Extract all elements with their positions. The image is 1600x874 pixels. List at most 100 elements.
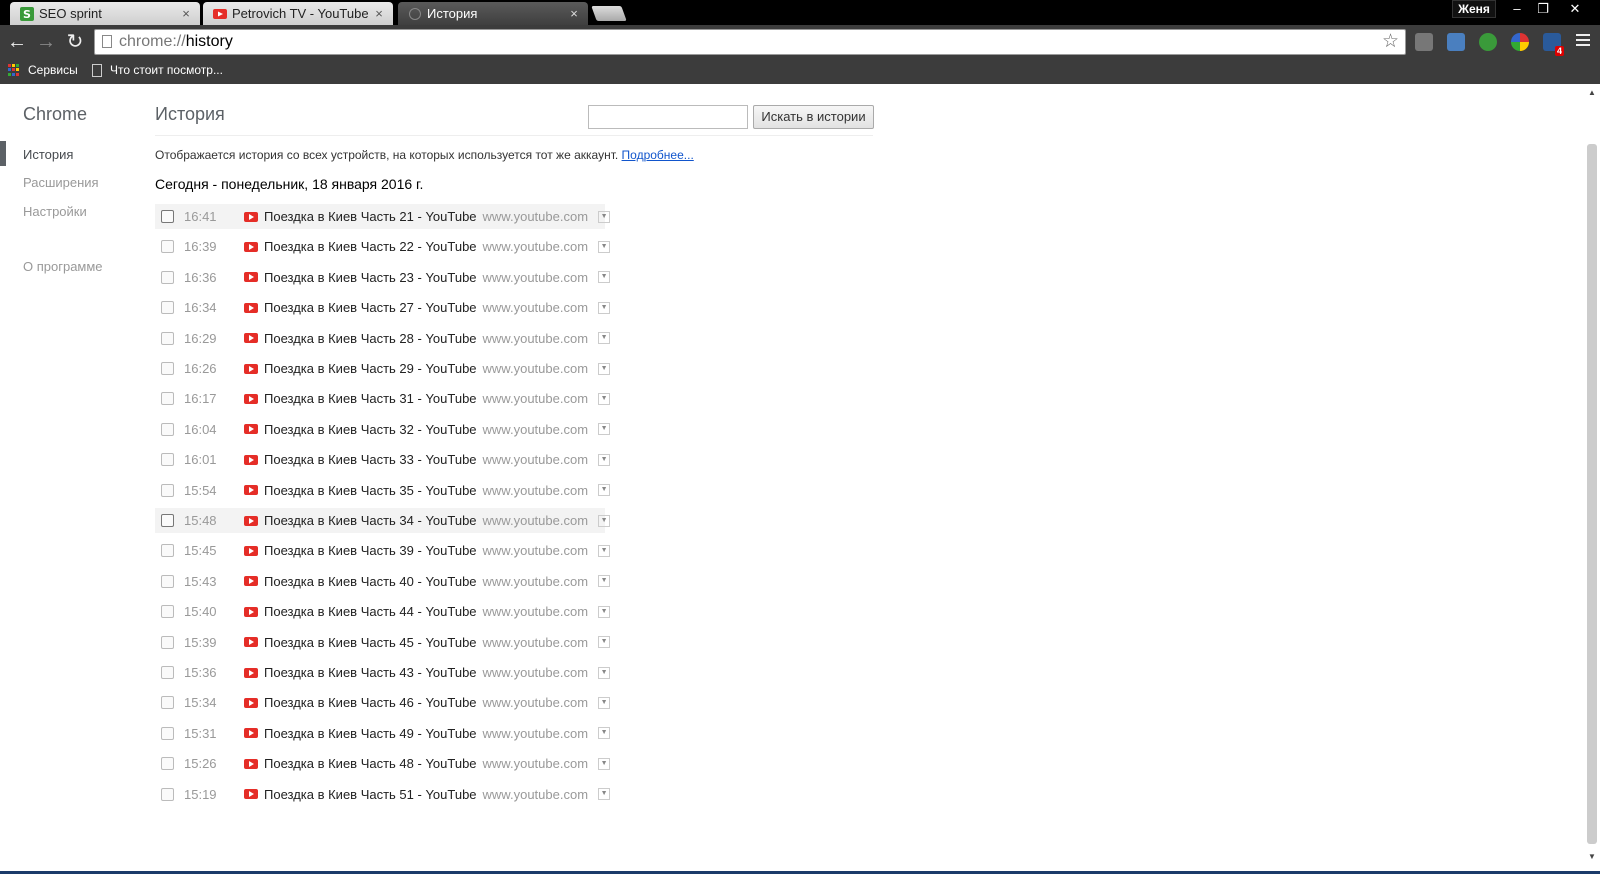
entry-domain[interactable]: www.youtube.com <box>483 391 589 406</box>
entry-menu-dropdown-icon[interactable]: ▼ <box>598 544 611 557</box>
close-window-button[interactable]: ✕ <box>1560 0 1590 18</box>
tab-close-icon[interactable]: × <box>371 6 387 21</box>
entry-menu-dropdown-icon[interactable]: ▼ <box>598 423 611 436</box>
entry-checkbox[interactable] <box>161 362 174 375</box>
entry-checkbox[interactable] <box>161 696 174 710</box>
entry-checkbox[interactable] <box>161 270 174 284</box>
entry-checkbox[interactable] <box>161 210 174 223</box>
entry-domain[interactable]: www.youtube.com <box>483 452 589 467</box>
entry-menu-dropdown-icon[interactable]: ▼ <box>598 757 611 770</box>
entry-checkbox[interactable] <box>161 666 174 679</box>
tab-petrovich-youtube[interactable]: Petrovich TV - YouTube × <box>203 2 393 25</box>
sidebar-item-extensions[interactable]: Расширения <box>23 175 99 190</box>
entry-checkbox[interactable] <box>161 605 174 619</box>
tab-close-icon[interactable]: × <box>566 6 582 21</box>
entry-checkbox[interactable] <box>161 635 174 649</box>
bookmark-what-to-watch[interactable]: Что стоит посмотр... <box>92 63 223 77</box>
entry-title-link[interactable]: Поездка в Киев Часть 48 - YouTube <box>264 756 477 771</box>
entry-menu-dropdown-icon[interactable]: ▼ <box>598 727 611 740</box>
entry-menu-dropdown-icon[interactable]: ▼ <box>598 392 611 405</box>
history-entry-row[interactable]: 16:39 Поездка в Киев Часть 22 - YouTube ww… <box>155 234 611 259</box>
entry-menu-dropdown-icon[interactable]: ▼ <box>598 696 611 709</box>
history-entry-row[interactable]: 16:34 Поездка в Киев Часть 27 - YouTube ww… <box>155 295 611 320</box>
entry-domain[interactable]: www.youtube.com <box>483 361 589 376</box>
entry-checkbox[interactable] <box>161 422 174 436</box>
entry-title-link[interactable]: Поездка в Киев Часть 45 - YouTube <box>264 635 477 650</box>
entry-menu-dropdown-icon[interactable]: ▼ <box>598 788 611 801</box>
entry-checkbox[interactable] <box>161 240 174 254</box>
history-entry-row[interactable]: 16:36 Поездка в Киев Часть 23 - YouTube ww… <box>155 265 611 290</box>
entry-menu-dropdown-icon[interactable]: ▼ <box>598 332 611 345</box>
entry-checkbox[interactable] <box>161 574 174 588</box>
entry-title-link[interactable]: Поездка в Киев Часть 33 - YouTube <box>264 452 477 467</box>
search-history-button[interactable]: Искать в истории <box>753 105 874 129</box>
new-tab-button[interactable] <box>591 6 627 21</box>
tab-close-icon[interactable]: × <box>178 6 194 21</box>
entry-checkbox[interactable] <box>161 392 174 406</box>
entry-title-link[interactable]: Поездка в Киев Часть 51 - YouTube <box>264 787 477 802</box>
history-search-input[interactable] <box>588 105 748 129</box>
entry-title-link[interactable]: Поездка в Киев Часть 21 - YouTube <box>264 209 477 224</box>
entry-domain[interactable]: www.youtube.com <box>483 665 589 680</box>
entry-title-link[interactable]: Поездка в Киев Часть 27 - YouTube <box>264 300 477 315</box>
entry-menu-dropdown-icon[interactable]: ▼ <box>598 666 611 679</box>
reload-button[interactable]: ↻ <box>63 30 87 54</box>
entry-domain[interactable]: www.youtube.com <box>483 239 589 254</box>
entry-menu-dropdown-icon[interactable]: ▼ <box>598 210 611 223</box>
history-entry-row[interactable]: 15:26 Поездка в Киев Часть 48 - YouTube ww… <box>155 751 611 776</box>
forward-button[interactable]: → <box>34 30 58 54</box>
screen-extension-icon[interactable] <box>1447 33 1465 51</box>
chrome-menu-icon[interactable] <box>1576 34 1590 49</box>
sidebar-item-settings[interactable]: Настройки <box>23 204 87 219</box>
entry-menu-dropdown-icon[interactable]: ▼ <box>598 514 611 527</box>
entry-menu-dropdown-icon[interactable]: ▼ <box>598 301 611 314</box>
sidebar-item-history[interactable]: История <box>23 147 73 162</box>
entry-menu-dropdown-icon[interactable]: ▼ <box>598 240 611 253</box>
entry-checkbox[interactable] <box>161 787 174 801</box>
entry-domain[interactable]: www.youtube.com <box>483 483 589 498</box>
history-entry-row[interactable]: 15:19 Поездка в Киев Часть 51 - YouTube ww… <box>155 782 611 807</box>
history-entry-row[interactable]: 15:40 Поездка в Киев Часть 44 - YouTube ww… <box>155 599 611 624</box>
entry-title-link[interactable]: Поездка в Киев Часть 29 - YouTube <box>264 361 477 376</box>
history-entry-row[interactable]: 15:36 Поездка в Киев Часть 43 - YouTube ww… <box>155 660 611 685</box>
entry-domain[interactable]: www.youtube.com <box>483 695 589 710</box>
history-entry-row[interactable]: 16:01 Поездка в Киев Часть 33 - YouTube ww… <box>155 447 611 472</box>
history-entry-row[interactable]: 16:17 Поездка в Киев Часть 31 - YouTube ww… <box>155 386 611 411</box>
entry-domain[interactable]: www.youtube.com <box>483 300 589 315</box>
back-button[interactable]: ← <box>5 30 29 54</box>
entry-title-link[interactable]: Поездка в Киев Часть 22 - YouTube <box>264 239 477 254</box>
restore-button[interactable]: ❐ <box>1530 0 1556 18</box>
entry-domain[interactable]: www.youtube.com <box>483 209 589 224</box>
entry-menu-dropdown-icon[interactable]: ▼ <box>598 271 611 284</box>
entry-checkbox[interactable] <box>161 544 174 558</box>
entry-title-link[interactable]: Поездка в Киев Часть 34 - YouTube <box>264 513 477 528</box>
entry-title-link[interactable]: Поездка в Киев Часть 31 - YouTube <box>264 391 477 406</box>
entry-title-link[interactable]: Поездка в Киев Часть 46 - YouTube <box>264 695 477 710</box>
globe-extension-icon[interactable] <box>1479 33 1497 51</box>
entry-title-link[interactable]: Поездка в Киев Часть 39 - YouTube <box>264 543 477 558</box>
scrollbar-thumb[interactable] <box>1587 144 1597 844</box>
entry-domain[interactable]: www.youtube.com <box>483 331 589 346</box>
history-entry-row[interactable]: 15:39 Поездка в Киев Часть 45 - YouTube ww… <box>155 630 611 655</box>
entry-title-link[interactable]: Поездка в Киев Часть 28 - YouTube <box>264 331 477 346</box>
entry-domain[interactable]: www.youtube.com <box>483 513 589 528</box>
history-entry-row[interactable]: 15:45 Поездка в Киев Часть 39 - YouTube ww… <box>155 538 611 563</box>
scroll-up-arrow-icon[interactable]: ▲ <box>1588 88 1596 97</box>
history-entry-row[interactable]: 15:43 Поездка в Киев Часть 40 - YouTube ww… <box>155 569 611 594</box>
entry-domain[interactable]: www.youtube.com <box>483 604 589 619</box>
history-entry-row[interactable]: 16:04 Поездка в Киев Часть 32 - YouTube ww… <box>155 417 611 442</box>
entry-title-link[interactable]: Поездка в Киев Часть 43 - YouTube <box>264 665 477 680</box>
entry-title-link[interactable]: Поездка в Киев Часть 49 - YouTube <box>264 726 477 741</box>
entry-checkbox[interactable] <box>161 331 174 345</box>
entry-menu-dropdown-icon[interactable]: ▼ <box>598 484 611 497</box>
color-extension-icon[interactable] <box>1511 33 1529 51</box>
vertical-scrollbar[interactable]: ▲ ▼ <box>1584 84 1600 874</box>
entry-domain[interactable]: www.youtube.com <box>483 270 589 285</box>
entry-domain[interactable]: www.youtube.com <box>483 726 589 741</box>
entry-checkbox[interactable] <box>161 726 174 740</box>
tab-history[interactable]: История × <box>398 2 588 25</box>
sidebar-item-about[interactable]: О программе <box>23 259 103 274</box>
entry-domain[interactable]: www.youtube.com <box>483 635 589 650</box>
reader-extension-icon[interactable] <box>1415 33 1433 51</box>
entry-domain[interactable]: www.youtube.com <box>483 574 589 589</box>
